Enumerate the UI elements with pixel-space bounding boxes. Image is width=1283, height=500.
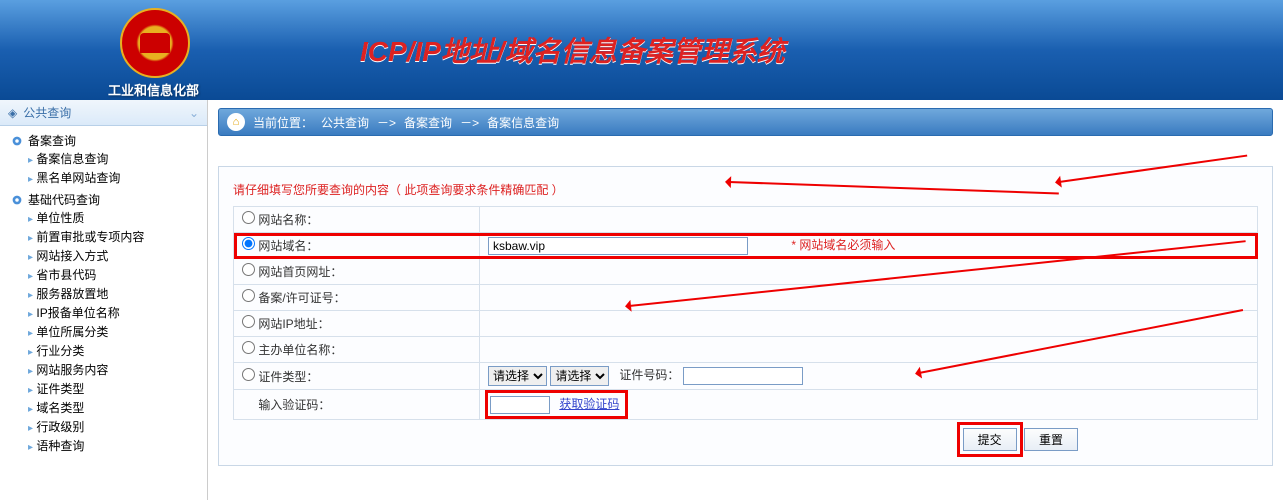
breadcrumb-sep: －> — [460, 114, 479, 131]
label-site-name: 网站名称： — [258, 213, 318, 227]
input-captcha[interactable] — [490, 396, 550, 414]
bullet-icon: ▸ — [28, 404, 33, 415]
sidebar-group-label[interactable]: 基础代码查询 — [28, 191, 100, 208]
captcha-highlight-box: 获取验证码 — [488, 393, 625, 416]
label-ip-address: 网站IP地址： — [258, 317, 329, 331]
system-title: ICP/IP地址/域名信息备案管理系统 — [360, 30, 785, 70]
row-cert-type: 证件类型： 请选择 请选择 证件号码： — [234, 363, 1258, 390]
bullet-icon: ▸ — [28, 442, 33, 453]
sidebar-panel-header[interactable]: ◈ 公共查询 ⌄ — [0, 100, 207, 126]
bullet-icon: ▸ — [28, 252, 33, 263]
sidebar-item[interactable]: 网站服务内容 — [36, 363, 108, 377]
sidebar-item[interactable]: 省市县代码 — [36, 268, 96, 282]
sidebar-item[interactable]: 服务器放置地 — [36, 287, 108, 301]
row-license-no: 备案/许可证号： — [234, 285, 1258, 311]
query-form-card: 请仔细填写您所要查询的内容（ 此项查询要求条件精确匹配 ） 网站名称： 网站域名… — [218, 166, 1273, 466]
sidebar-item-record-info[interactable]: 备案信息查询 — [36, 152, 108, 166]
sidebar-item[interactable]: 证件类型 — [36, 382, 84, 396]
chevron-down-icon: ⌄ — [189, 106, 199, 120]
sidebar-panel-title: 公共查询 — [23, 104, 71, 121]
bullet-icon: ▸ — [28, 385, 33, 396]
bullet-icon: ▸ — [28, 271, 33, 282]
submit-button[interactable]: 提交 — [963, 428, 1017, 451]
gear-icon — [10, 134, 24, 148]
breadcrumb-p3: 备案信息查询 — [487, 114, 559, 131]
annotation-arrow-icon — [1059, 155, 1247, 183]
label-cert-type: 证件类型： — [258, 370, 318, 384]
bullet-icon: ▸ — [28, 155, 33, 166]
label-homepage-url: 网站首页网址： — [258, 265, 342, 279]
breadcrumb-sep: －> — [377, 114, 396, 131]
label-license-no: 备案/许可证号： — [258, 291, 345, 305]
select-cert-type-1[interactable]: 请选择 — [488, 366, 547, 386]
bullet-icon: ▸ — [28, 214, 33, 225]
bullet-icon: ▸ — [28, 290, 33, 301]
sidebar-group-base-code[interactable]: 基础代码查询 — [10, 191, 207, 208]
main-content: ⌂ 当前位置： 公共查询 －> 备案查询 －> 备案信息查询 请仔细填写您所要查… — [208, 100, 1283, 500]
breadcrumb-label: 当前位置： — [253, 114, 313, 131]
bullet-icon: ▸ — [28, 309, 33, 320]
input-site-domain[interactable] — [488, 237, 748, 255]
national-emblem-icon — [120, 8, 190, 78]
radio-ip-address[interactable] — [242, 315, 255, 328]
select-cert-type-2[interactable]: 请选择 — [550, 366, 609, 386]
sidebar: ◈ 公共查询 ⌄ 备案查询 ▸ 备案信息查询 ▸ 黑名单网站查询 基础代码查询 — [0, 100, 208, 500]
expand-icon: ◈ — [8, 106, 17, 120]
sidebar-group-label[interactable]: 备案查询 — [28, 132, 76, 149]
home-icon: ⌂ — [227, 113, 245, 131]
bullet-icon: ▸ — [28, 174, 33, 185]
label-site-domain: 网站域名： — [258, 239, 318, 253]
input-cert-no[interactable] — [683, 367, 803, 385]
radio-site-domain[interactable] — [242, 237, 255, 250]
bullet-icon: ▸ — [28, 328, 33, 339]
app-header: 工业和信息化部 ICP/IP地址/域名信息备案管理系统 — [0, 0, 1283, 100]
sidebar-item[interactable]: 单位所属分类 — [36, 325, 108, 339]
breadcrumb-p2: 备案查询 — [404, 114, 452, 131]
query-form-table: 网站名称： 网站域名： * 网站域名必须输入 网站首页网址： 备案/许可证号： — [233, 206, 1258, 420]
radio-site-name[interactable] — [242, 211, 255, 224]
bullet-icon: ▸ — [28, 233, 33, 244]
gear-icon — [10, 193, 24, 207]
sidebar-group-record-query[interactable]: 备案查询 — [10, 132, 207, 149]
sidebar-tree: 备案查询 ▸ 备案信息查询 ▸ 黑名单网站查询 基础代码查询 ▸ 单位性质 ▸ … — [0, 126, 207, 461]
radio-license-no[interactable] — [242, 289, 255, 302]
sidebar-item[interactable]: 行政级别 — [36, 420, 84, 434]
sidebar-item[interactable]: 单位性质 — [36, 211, 84, 225]
row-homepage-url: 网站首页网址： — [234, 259, 1258, 285]
bullet-icon: ▸ — [28, 423, 33, 434]
row-site-name: 网站名称： — [234, 207, 1258, 233]
sidebar-item[interactable]: 前置审批或专项内容 — [36, 230, 144, 244]
hint-domain-required: * 网站域名必须输入 — [791, 238, 895, 252]
org-name: 工业和信息化部 — [108, 80, 199, 99]
sidebar-item-blacklist[interactable]: 黑名单网站查询 — [36, 171, 120, 185]
row-ip-address: 网站IP地址： — [234, 311, 1258, 337]
sidebar-item[interactable]: 网站接入方式 — [36, 249, 108, 263]
label-sponsor-name: 主办单位名称： — [258, 343, 342, 357]
label-cert-no: 证件号码： — [619, 368, 679, 382]
bullet-icon: ▸ — [28, 347, 33, 358]
row-sponsor-name: 主办单位名称： — [234, 337, 1258, 363]
sidebar-item[interactable]: 语种查询 — [36, 439, 84, 453]
bullet-icon: ▸ — [28, 366, 33, 377]
radio-homepage-url[interactable] — [242, 263, 255, 276]
breadcrumb: ⌂ 当前位置： 公共查询 －> 备案查询 －> 备案信息查询 — [218, 108, 1273, 136]
breadcrumb-p1: 公共查询 — [321, 114, 369, 131]
radio-sponsor-name[interactable] — [242, 341, 255, 354]
sidebar-item[interactable]: 域名类型 — [36, 401, 84, 415]
sidebar-item[interactable]: IP报备单位名称 — [36, 306, 119, 320]
reset-button[interactable]: 重置 — [1024, 428, 1078, 451]
form-actions: 提交 重置 — [233, 420, 1258, 451]
radio-cert-type[interactable] — [242, 368, 255, 381]
label-captcha: 输入验证码： — [258, 398, 330, 412]
get-captcha-link[interactable]: 获取验证码 — [559, 397, 619, 411]
sidebar-item[interactable]: 行业分类 — [36, 344, 84, 358]
row-captcha: 输入验证码： 获取验证码 — [234, 390, 1258, 420]
